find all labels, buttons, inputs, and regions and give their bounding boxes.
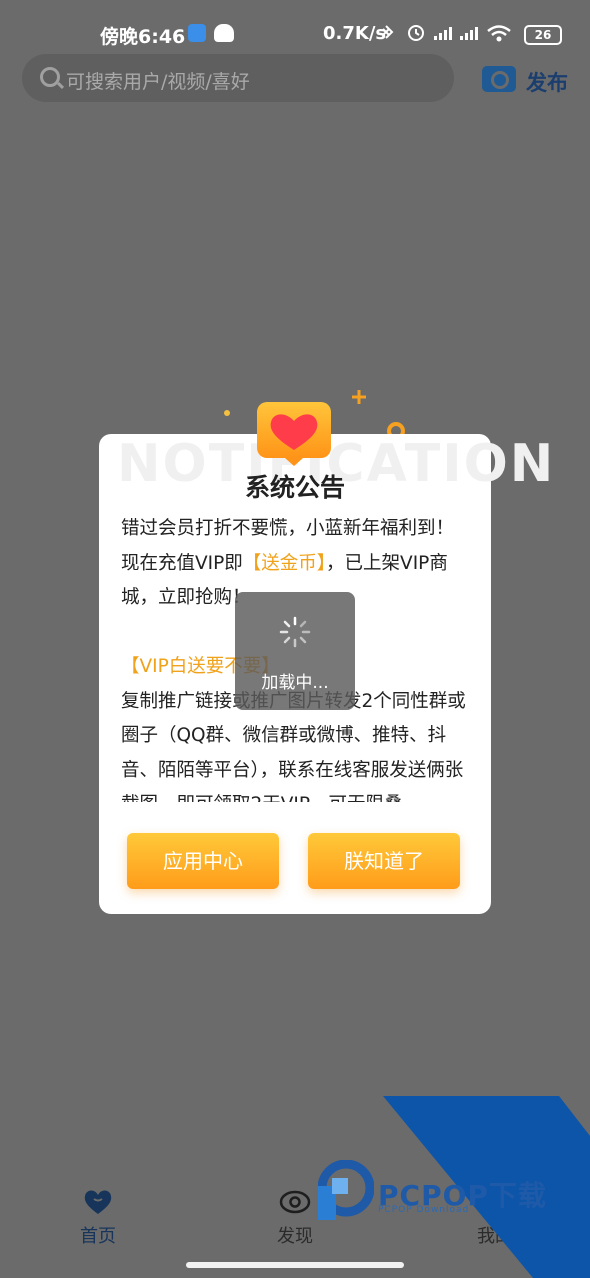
search-input[interactable]: 可搜索用户/视频/喜好: [22, 54, 454, 102]
eye-icon: [279, 1190, 311, 1214]
spinner-icon: [279, 616, 311, 648]
acknowledge-button[interactable]: 朕知道了: [308, 833, 460, 889]
loading-toast: 加载中...: [235, 592, 355, 710]
notification-robot-icon: [214, 24, 234, 42]
search-placeholder: 可搜索用户/视频/喜好: [66, 71, 250, 93]
app-center-button[interactable]: 应用中心: [127, 833, 279, 889]
signal-wifi-icons: [382, 25, 511, 42]
dialog-title: 系统公告: [244, 473, 345, 502]
watermark-logo-subtext: PCPOP Download: [378, 1205, 470, 1215]
network-speed: 0.7K/s: [323, 23, 387, 44]
heart-badge-icon: [257, 402, 331, 466]
highlight-gold: 【送金币】: [242, 552, 327, 574]
status-icons: [380, 22, 516, 49]
tab-home-label: 首页: [80, 1226, 116, 1247]
top-bar: 可搜索用户/视频/喜好 发布: [0, 50, 590, 110]
notice-line-1: 错过会员打折不要慌，小蓝新年福利到！: [121, 518, 455, 539]
home-indicator[interactable]: [186, 1262, 404, 1268]
heart-icon: [84, 1190, 112, 1214]
battery-indicator: 26: [524, 25, 562, 45]
tab-home[interactable]: 首页: [43, 1188, 153, 1248]
publish-label: 发布: [526, 71, 568, 95]
notification-app-icon: [188, 24, 206, 42]
status-time: 傍晚6:46: [100, 26, 186, 48]
search-icon: [40, 67, 60, 87]
loading-text: 加载中...: [261, 673, 329, 693]
bluetooth-icon: [382, 25, 394, 39]
tab-discover-label: 发现: [277, 1226, 313, 1247]
camera-icon: [482, 66, 516, 92]
pcpop-logo-icon: [318, 1160, 374, 1220]
